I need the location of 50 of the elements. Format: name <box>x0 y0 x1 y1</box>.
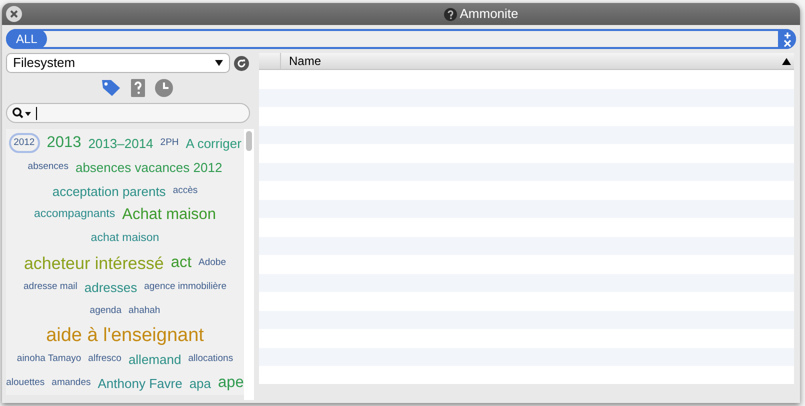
tag[interactable]: 2013–2014 <box>88 136 154 150</box>
tag[interactable]: agence immobilière <box>144 282 226 292</box>
tag[interactable]: absences <box>28 162 68 172</box>
tag[interactable]: ape <box>218 375 244 391</box>
tag[interactable]: Anthony Favre <box>98 376 182 390</box>
tag[interactable]: adresses <box>84 280 138 294</box>
tag[interactable]: achat maison <box>90 233 160 245</box>
tag[interactable]: allocations <box>188 354 234 364</box>
tag[interactable]: accompagnants <box>34 209 116 221</box>
tag[interactable]: accès <box>172 186 198 196</box>
tag[interactable]: 2013 <box>46 135 82 151</box>
tag[interactable]: absences vacances 2012 <box>75 160 222 174</box>
tag[interactable]: allemand <box>128 352 182 366</box>
scope-button[interactable]: ALL <box>6 29 48 49</box>
search-icon <box>12 107 32 119</box>
tag[interactable]: Achat maison <box>122 207 216 223</box>
tag[interactable]: ainoha Tamayo <box>16 354 82 364</box>
tag[interactable]: 2PH <box>160 138 179 148</box>
tag[interactable]: act <box>170 255 192 271</box>
dropdown-arrow-icon <box>215 60 223 66</box>
help-icon[interactable] <box>444 8 457 20</box>
close-button[interactable] <box>6 6 22 22</box>
tag[interactable]: acceptation parents <box>52 184 166 198</box>
refresh-icon[interactable] <box>234 56 249 70</box>
scrollbar[interactable] <box>244 129 254 400</box>
tag[interactable]: A corriger <box>186 136 242 150</box>
add-remove-button[interactable] <box>778 29 796 49</box>
scroll-thumb[interactable] <box>246 131 252 151</box>
source-dropdown[interactable]: Filesystem <box>6 53 230 73</box>
tag[interactable]: apa <box>189 376 212 390</box>
clock-icon[interactable] <box>155 79 173 97</box>
source-value: Filesystem <box>13 54 76 72</box>
tag[interactable]: aide à l'enseignant <box>46 326 204 344</box>
tag[interactable]: agenda <box>90 306 122 316</box>
plus-cross-icon <box>782 32 792 46</box>
search-field[interactable] <box>6 103 250 123</box>
tag[interactable]: ahahah <box>128 306 160 316</box>
tag[interactable]: amandes <box>52 378 91 388</box>
close-icon <box>10 10 18 18</box>
tag[interactable]: alouettes <box>6 378 45 388</box>
tag[interactable]: Adobe <box>198 258 226 268</box>
window-title: Ammonite <box>460 5 518 24</box>
tag-icon[interactable] <box>101 79 121 97</box>
tag[interactable]: alfresco <box>88 354 122 364</box>
question-document-icon[interactable] <box>131 79 145 97</box>
sort-ascending-icon[interactable] <box>782 58 791 64</box>
tag[interactable]: adresse mail <box>24 282 78 292</box>
column-header[interactable]: Name <box>281 52 782 70</box>
tag[interactable]: 2012 <box>8 133 40 153</box>
tag[interactable]: acheteur intéressé <box>24 254 164 272</box>
